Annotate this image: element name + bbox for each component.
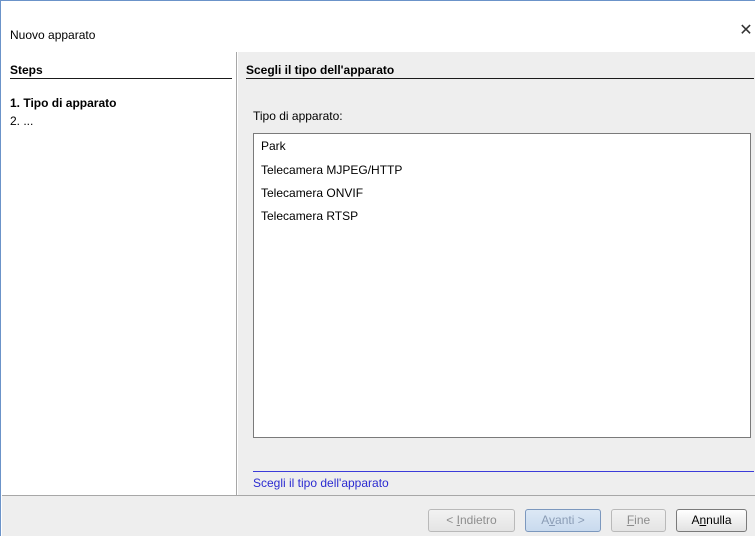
finish-button[interactable]: Fine <box>611 509 666 532</box>
steps-pane: Steps 1. Tipo di apparato 2. ... <box>2 52 237 495</box>
step-item-2: 2. ... <box>10 114 34 128</box>
next-button[interactable]: Avanti > <box>525 509 601 532</box>
wizard-content: Steps 1. Tipo di apparato 2. ... Scegli … <box>2 52 755 495</box>
cancel-button[interactable]: Annulla <box>676 509 747 532</box>
steps-divider <box>10 78 232 79</box>
back-button-prefix: < <box>446 513 457 527</box>
back-button-rest: ndietro <box>459 513 497 527</box>
panel-header-divider <box>246 78 754 79</box>
list-item-mjpeg-http[interactable]: Telecamera MJPEG/HTTP <box>259 161 404 179</box>
button-bar: < Indietro Avanti > Fine Annulla <box>2 495 755 536</box>
list-item-rtsp[interactable]: Telecamera RTSP <box>259 207 360 225</box>
window-title: Nuovo apparato <box>10 28 96 42</box>
main-pane: Scegli il tipo dell'apparato Tipo di app… <box>238 52 755 495</box>
finish-button-rest: ine <box>634 513 651 527</box>
step-item-1: 1. Tipo di apparato <box>10 96 117 110</box>
steps-header: Steps <box>10 63 43 77</box>
status-divider <box>253 471 754 472</box>
status-message: Scegli il tipo dell'apparato <box>253 476 389 490</box>
panel-header: Scegli il tipo dell'apparato <box>246 63 395 77</box>
wizard-window: Nuovo apparato ✕ Steps 1. Tipo di appara… <box>0 0 755 536</box>
back-button[interactable]: < Indietro <box>428 509 515 532</box>
title-bar: Nuovo apparato ✕ <box>1 1 755 46</box>
device-type-list[interactable]: Park Telecamera MJPEG/HTTP Telecamera ON… <box>253 133 751 438</box>
next-button-prefix: A <box>541 513 550 527</box>
list-item-onvif[interactable]: Telecamera ONVIF <box>259 184 365 202</box>
next-button-rest: anti > <box>555 513 585 527</box>
list-item-park[interactable]: Park <box>259 137 288 155</box>
close-icon[interactable]: ✕ <box>738 23 754 39</box>
cancel-button-rest: nulla <box>706 513 732 527</box>
device-type-label: Tipo di apparato: <box>253 109 343 123</box>
